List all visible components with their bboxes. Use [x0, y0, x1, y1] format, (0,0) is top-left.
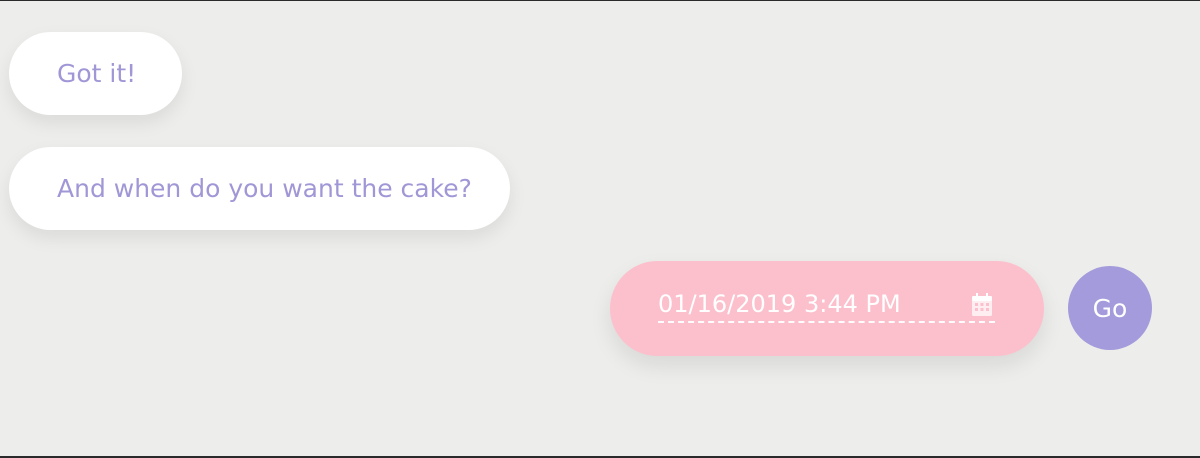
- calendar-icon[interactable]: [971, 292, 993, 317]
- datetime-input[interactable]: 01/16/2019 3:44 PM: [658, 287, 995, 323]
- datetime-value[interactable]: 01/16/2019 3:44 PM: [658, 292, 901, 316]
- datetime-bubble: 01/16/2019 3:44 PM: [610, 261, 1044, 356]
- go-button[interactable]: Go: [1068, 266, 1152, 350]
- top-border: [0, 0, 1200, 1]
- chat-message-text: Got it!: [57, 59, 137, 88]
- chat-message-text: And when do you want the cake?: [57, 174, 472, 203]
- chat-bubble-bot: And when do you want the cake?: [9, 147, 510, 230]
- chat-bubble-bot: Got it!: [9, 32, 182, 115]
